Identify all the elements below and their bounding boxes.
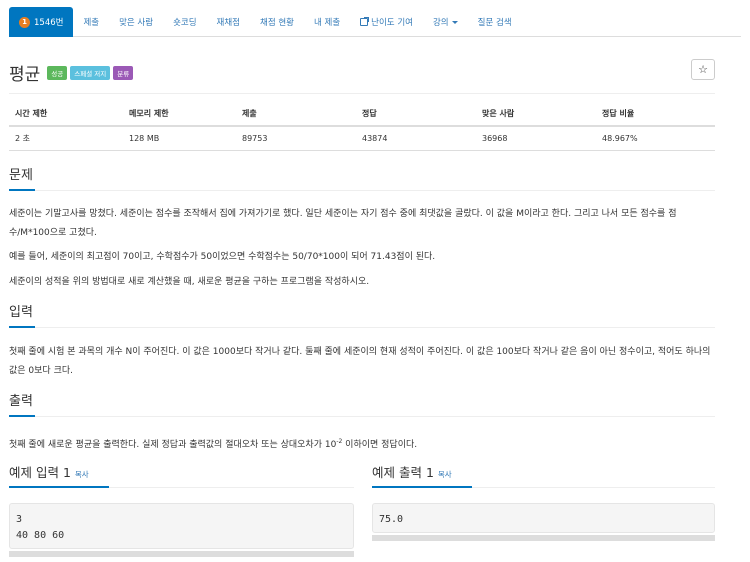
value-time-limit: 2 초 xyxy=(9,126,123,151)
external-link-icon xyxy=(360,17,370,26)
header-submissions: 제출 xyxy=(236,102,356,127)
value-submissions: 89753 xyxy=(236,126,356,151)
value-memory-limit: 128 MB xyxy=(123,126,236,151)
tier-badge-icon: 1 xyxy=(19,16,30,28)
sample-input-title-wrap: 예제 입력 1 복사 xyxy=(9,463,109,488)
problem-example-text: 예를 들어, 세준이의 최고점이 70이고, 수학점수가 50이었으면 수학점수… xyxy=(9,252,436,262)
tab-my-submissions[interactable]: 내 제출 xyxy=(304,7,350,37)
table-header-row: 시간 제한 메모리 제한 제출 정답 맞은 사람 정답 비율 xyxy=(9,102,715,127)
value-accepted-users: 36968 xyxy=(476,126,596,151)
table-row: 2 초 128 MB 89753 43874 36968 48.967% xyxy=(9,126,715,151)
problem-nav-tabs: 1 1546번 제출 맞은 사람 숏코딩 재채점 채점 현황 내 제출 난이도 … xyxy=(9,7,741,37)
divider xyxy=(9,93,715,94)
header-accepted: 정답 xyxy=(356,102,476,127)
tab-lectures-label: 강의 xyxy=(432,18,449,28)
output-text-pre: 첫째 줄에 새로운 평균을 출력한다. 실제 정답과 출력값의 절대오차 또는 … xyxy=(9,440,337,450)
sample-input-code[interactable]: 3 40 80 60 xyxy=(9,503,354,549)
special-judge-label: 스페셜 저지 xyxy=(70,65,111,80)
input-section-title: 입력 xyxy=(9,303,35,328)
star-icon: ☆ xyxy=(698,63,708,76)
problem-description: 세준이는 기말고사를 망쳤다. 세준이는 점수를 조작해서 집에 가져가기로 했… xyxy=(9,209,677,238)
tab-lectures-dropdown[interactable]: 강의 xyxy=(423,7,468,37)
copy-output-button[interactable]: 복사 xyxy=(438,470,452,479)
tab-accepted-users[interactable]: 맞은 사람 xyxy=(109,7,163,37)
star-button[interactable]: ☆ xyxy=(691,59,715,80)
sample-output-title: 예제 출력 1 xyxy=(372,465,434,480)
copy-input-button[interactable]: 복사 xyxy=(75,470,89,479)
sample-output-title-wrap: 예제 출력 1 복사 xyxy=(372,463,472,488)
problem-section-header: 문제 xyxy=(9,166,715,191)
sample-input-title: 예제 입력 1 xyxy=(9,465,71,480)
output-section-title: 출력 xyxy=(9,392,35,417)
sample-input-header: 예제 입력 1 복사 xyxy=(9,463,354,488)
problem-section-title: 문제 xyxy=(9,166,35,191)
tab-status[interactable]: 채점 현황 xyxy=(250,7,304,37)
tab-problem[interactable]: 1 1546번 xyxy=(9,7,74,37)
value-accept-ratio: 48.967% xyxy=(596,126,715,151)
tab-submit[interactable]: 제출 xyxy=(73,7,109,37)
caret-down-icon xyxy=(451,20,458,24)
tab-difficulty-label: 난이도 기여 xyxy=(371,18,413,28)
problem-info-table: 시간 제한 메모리 제한 제출 정답 맞은 사람 정답 비율 2 초 128 M… xyxy=(9,102,715,151)
header-time-limit: 시간 제한 xyxy=(9,102,123,127)
category-label[interactable]: 분류 xyxy=(113,65,134,80)
output-text-post: 이하이면 정답이다. xyxy=(342,440,418,450)
tab-rejudge[interactable]: 재채점 xyxy=(207,7,250,37)
sample-output-code[interactable]: 75.0 xyxy=(372,503,715,533)
input-description: 첫째 줄에 시험 본 과목의 개수 N이 주어진다. 이 값은 1000보다 작… xyxy=(9,347,711,376)
header-accepted-users: 맞은 사람 xyxy=(476,102,596,127)
value-accepted: 43874 xyxy=(356,126,476,151)
problem-title-row: 평균 성공 스페셜 저지 분류 xyxy=(9,60,136,85)
status-label-success: 성공 xyxy=(47,65,68,80)
header-accept-ratio: 정답 비율 xyxy=(596,102,715,127)
tab-problem-label: 1546번 xyxy=(34,18,64,28)
output-description: 첫째 줄에 새로운 평균을 출력한다. 실제 정답과 출력값의 절대오차 또는 … xyxy=(9,432,717,455)
page-title: 평균 xyxy=(9,65,41,85)
output-section-header: 출력 xyxy=(9,392,715,417)
tab-short-coding[interactable]: 숏코딩 xyxy=(163,7,206,37)
header-memory-limit: 메모리 제한 xyxy=(123,102,236,127)
sample-output-scrollbar[interactable] xyxy=(372,535,715,541)
sample-input-scrollbar[interactable] xyxy=(9,551,354,557)
tab-question-search[interactable]: 질문 검색 xyxy=(468,7,522,37)
problem-task-text: 세준이의 성적을 위의 방법대로 새로 계산했을 때, 새로운 평균을 구하는 … xyxy=(9,277,370,287)
sample-output-header: 예제 출력 1 복사 xyxy=(372,463,715,488)
input-section-header: 입력 xyxy=(9,303,715,328)
tab-difficulty-contribution[interactable]: 난이도 기여 xyxy=(350,7,423,37)
